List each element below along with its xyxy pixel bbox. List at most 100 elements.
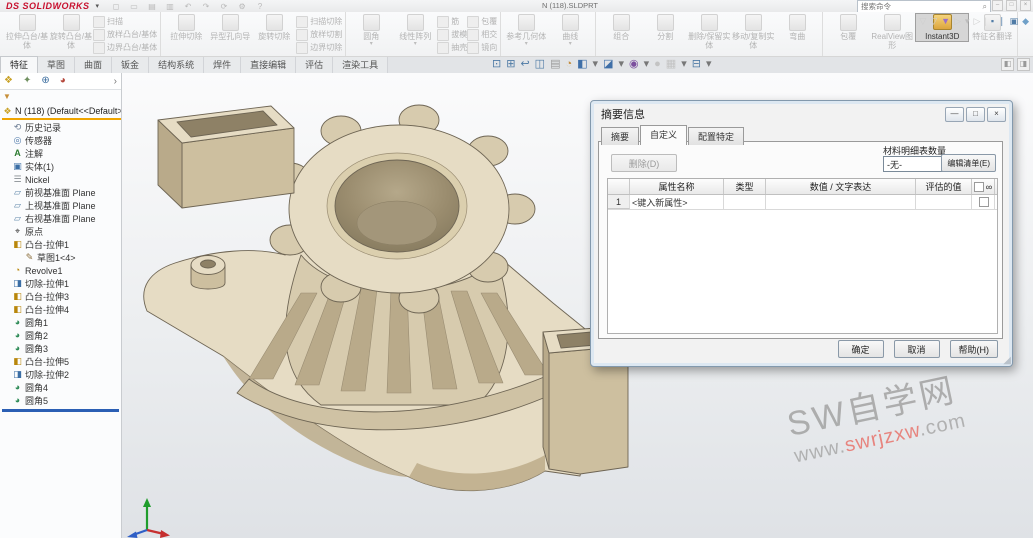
tree-item[interactable]: 圆角3 [2, 342, 121, 355]
table-header-cell[interactable]: 类型 [724, 179, 766, 194]
logo-flyout-arrow[interactable]: ▾ [96, 2, 100, 10]
delete-button[interactable]: 删除(D) [611, 154, 677, 172]
right-pane-icon[interactable]: ◨ [1017, 58, 1030, 71]
maximize-icon[interactable]: □ [1006, 0, 1017, 11]
ribbon-button[interactable]: 圆角▾ [349, 13, 393, 47]
ribbon-button[interactable]: 相交 [467, 28, 497, 41]
commandmanager-tab[interactable]: 草图 [38, 57, 75, 73]
ribbon-button[interactable]: 抽壳 [437, 41, 467, 54]
dynamic-annotation-icon[interactable]: ▤ [550, 56, 560, 72]
ribbon-button[interactable]: 旋转切除 [252, 13, 296, 41]
filter-funnel-icon[interactable]: ▽ [919, 15, 926, 27]
ribbon-button[interactable]: 曲线▾ [548, 13, 592, 47]
redo-icon[interactable]: ↷ [199, 1, 213, 11]
ribbon-button[interactable]: 扫描 [93, 15, 157, 28]
commandmanager-tab[interactable]: 钣金 [112, 57, 149, 73]
ok-button[interactable]: 确定 [838, 340, 884, 358]
ribbon-button[interactable]: 拔模 [437, 28, 467, 41]
commandmanager-tab[interactable]: 焊件 [204, 57, 241, 73]
tree-item[interactable]: 历史记录 [2, 121, 121, 134]
link-column-header[interactable]: ∞ [972, 179, 995, 194]
filter-active-icon[interactable]: ▼ [941, 15, 950, 27]
filter-edge-icon[interactable]: ❘ [998, 15, 1006, 27]
chevron-down-icon[interactable]: ▾ [593, 56, 599, 72]
hide-show-items-icon[interactable]: ◉ [629, 56, 639, 72]
table-header-cell[interactable]: 数值 / 文字表达 [766, 179, 916, 194]
displaymanager-tab-icon[interactable]: ◕ [60, 74, 66, 88]
ribbon-button[interactable]: 线性阵列▾ [393, 13, 437, 47]
ribbon-button[interactable]: 异型孔向导 [208, 13, 252, 41]
row-number-cell[interactable]: 1 [608, 195, 630, 209]
chevron-down-icon[interactable]: ▾ [681, 56, 687, 72]
tree-item[interactable]: 传感器 [2, 134, 121, 147]
ribbon-button[interactable]: 边界切除 [296, 41, 342, 54]
tree-item[interactable]: 上视基准面 Plane [2, 199, 121, 212]
checkbox[interactable] [974, 182, 984, 192]
view-settings-icon[interactable]: ⊟ [692, 56, 701, 72]
close-icon[interactable]: × [1020, 0, 1031, 11]
ribbon-button[interactable]: 镜向 [467, 41, 497, 54]
filter-vertex-icon[interactable]: ▪ [991, 15, 994, 27]
select-arrow-icon[interactable]: ▷ [974, 15, 981, 27]
tree-item[interactable]: 圆角5 [2, 394, 121, 407]
tree-item[interactable]: 注解 [2, 147, 121, 160]
filter-body-icon[interactable]: ◆ [1022, 15, 1029, 27]
table-header-cell[interactable]: 评估的值 [916, 179, 972, 194]
type-cell[interactable] [724, 195, 766, 209]
commandmanager-tab[interactable]: 渲染工具 [333, 57, 388, 73]
commandmanager-tab[interactable]: 结构系统 [149, 57, 204, 73]
help-icon[interactable]: ? [253, 1, 267, 11]
tree-item[interactable]: 实体(1) [2, 160, 121, 173]
tree-item[interactable]: Revolve1 [2, 264, 121, 277]
commandmanager-tab[interactable]: 直接编辑 [241, 57, 296, 73]
tree-item[interactable]: 切除-拉伸1 [2, 277, 121, 290]
rebuild-icon[interactable]: ⟳ [217, 1, 231, 11]
property-name-cell[interactable]: <键入新属性> [630, 195, 724, 209]
resize-grip[interactable]: ◢ [1003, 355, 1011, 366]
ribbon-button[interactable]: 拉伸凸台/基体 [5, 13, 49, 50]
tree-item[interactable]: 右视基准面 Plane [2, 212, 121, 225]
view-orientation-icon[interactable]: ◧ [577, 56, 587, 72]
ribbon-button[interactable]: 组合 [599, 13, 643, 50]
ribbon-button[interactable]: 扫描切除 [296, 15, 342, 28]
dialog-close-icon[interactable]: × [987, 107, 1006, 122]
tree-item[interactable]: 圆角1 [2, 316, 121, 329]
tree-item[interactable]: 原点 [2, 225, 121, 238]
tree-item[interactable]: 前视基准面 Plane [2, 186, 121, 199]
ribbon-button[interactable]: 包覆 [826, 13, 870, 50]
apply-scene-icon[interactable]: ▦ [666, 56, 676, 72]
search-input[interactable] [858, 2, 983, 11]
search-icon[interactable]: ⌕ [983, 2, 990, 12]
edit-appearance-icon[interactable]: ● [654, 56, 661, 72]
tree-item[interactable]: 凸台-拉伸5 [2, 355, 121, 368]
undo-icon[interactable]: ↶ [181, 1, 195, 11]
ribbon-button[interactable]: 筋 [437, 15, 467, 28]
print-icon[interactable]: ▥ [163, 1, 177, 11]
select-arrow-icon[interactable]: ▷ [954, 15, 961, 27]
table-header-cell[interactable] [608, 179, 630, 194]
ribbon-button[interactable]: 放样切割 [296, 28, 342, 41]
section-view-icon[interactable]: ◫ [535, 56, 545, 72]
chevron-down-icon[interactable]: ▾ [965, 15, 970, 27]
filter-face-icon[interactable]: ▣ [1010, 15, 1019, 27]
dialog-tab[interactable]: 摘要 [601, 127, 639, 145]
tree-item[interactable]: Nickel [2, 173, 121, 186]
ribbon-button[interactable]: 移动/复制实体 [731, 13, 775, 50]
dialog-tab[interactable]: 配置特定 [688, 127, 744, 145]
new-file-icon[interactable]: ◻ [109, 1, 123, 11]
separator[interactable]: | [984, 15, 986, 27]
dialog-title-bar[interactable]: 摘要信息 — □ × [591, 101, 1012, 124]
dialog-tab[interactable]: 自定义 [640, 125, 687, 145]
ribbon-button[interactable]: 参考几何体▾ [504, 13, 548, 47]
checkbox[interactable] [979, 197, 989, 207]
value-cell[interactable] [766, 195, 916, 209]
chevron-down-icon[interactable]: ▾ [618, 56, 624, 72]
ribbon-button[interactable]: 旋转凸台/基体 [49, 13, 93, 50]
part-model[interactable] [125, 75, 655, 535]
tree-item[interactable]: 切除-拉伸2 [2, 368, 121, 381]
tree-root-item[interactable]: N (118) (Default<<Default>_Displ [2, 104, 121, 118]
zoom-area-icon[interactable]: ⊞ [506, 56, 515, 72]
rollback-bar[interactable] [2, 409, 119, 412]
panel-expand-arrow[interactable]: › [114, 76, 117, 87]
ribbon-button[interactable]: RealView图形 [870, 13, 914, 50]
